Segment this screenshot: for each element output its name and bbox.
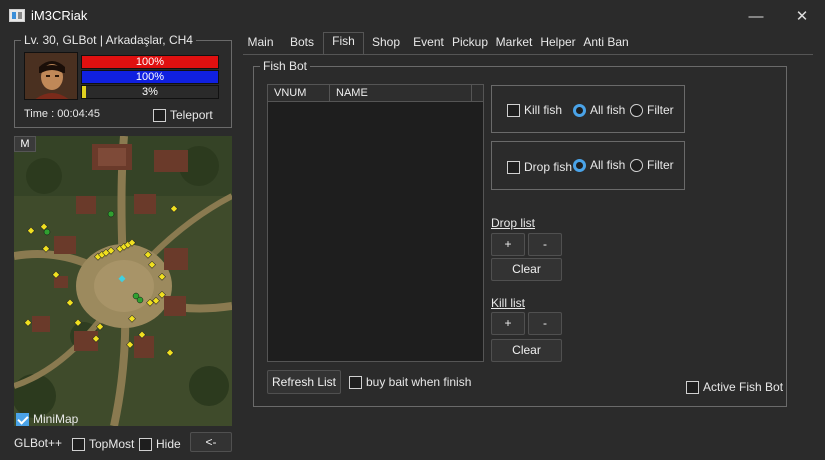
hide-label: Hide <box>156 437 181 451</box>
close-button[interactable]: ✕ <box>779 0 825 32</box>
tab-fish[interactable]: Fish <box>323 32 364 54</box>
time-label: Time : 00:04:45 <box>24 108 101 120</box>
buy-bait-label: buy bait when finish <box>366 375 472 389</box>
character-avatar <box>24 52 78 100</box>
tab-anti-ban[interactable]: Anti Ban <box>583 34 629 54</box>
hide-checkbox[interactable]: Hide <box>139 437 181 451</box>
kill-list-add-button[interactable]: + <box>491 312 525 335</box>
drop-list-clear-button[interactable]: Clear <box>491 258 562 281</box>
buy-bait-checkbox-box[interactable] <box>349 375 362 389</box>
drop-filter-radio-dot[interactable] <box>630 158 643 172</box>
title-bar: iM3CRiak — ✕ <box>0 0 825 32</box>
tab-helper[interactable]: Helper <box>539 34 577 54</box>
kill-all-fish-label: All fish <box>590 103 626 117</box>
active-fish-bot-checkbox-box[interactable] <box>686 380 699 394</box>
minimap-checkbox-box[interactable] <box>16 412 29 426</box>
exp-text: 3% <box>142 86 158 98</box>
kill-filter-radio-dot[interactable] <box>630 103 643 117</box>
teleport-label: Teleport <box>170 108 213 122</box>
drop-fish-checkbox-box[interactable] <box>507 160 520 174</box>
topmost-label: TopMost <box>89 437 135 451</box>
hp-bar: 100% <box>81 55 219 69</box>
tab-strip-divider <box>243 54 813 55</box>
fish-bot-group-title: Fish Bot <box>260 59 311 73</box>
drop-all-fish-radio[interactable]: All fish <box>573 158 625 172</box>
app-icon <box>9 9 25 22</box>
minimap-checkbox[interactable]: MiniMap <box>16 412 78 426</box>
teleport-checkbox-box[interactable] <box>153 108 166 122</box>
teleport-checkbox[interactable]: Teleport <box>153 108 213 122</box>
kill-filter-label: Filter <box>647 103 674 117</box>
minimap[interactable] <box>14 136 232 426</box>
drop-fish-checkbox[interactable]: Drop fish <box>507 160 572 174</box>
drop-filter-radio[interactable]: Filter <box>630 158 674 172</box>
window-title: iM3CRiak <box>31 8 88 23</box>
column-vnum[interactable]: VNUM <box>268 85 330 101</box>
column-name[interactable]: NAME <box>330 85 472 101</box>
tab-bots[interactable]: Bots <box>285 34 319 54</box>
tab-event[interactable]: Event <box>410 34 447 54</box>
kill-fish-checkbox[interactable]: Kill fish <box>507 103 562 117</box>
drop-list-label: Drop list <box>491 216 536 230</box>
fish-list-header: VNUM NAME <box>268 85 483 102</box>
kill-list-remove-button[interactable]: - <box>528 312 562 335</box>
character-group-title: Lv. 30, GLBot | Arkadaşlar, CH4 <box>21 33 196 47</box>
active-fish-bot-checkbox[interactable]: Active Fish Bot <box>686 380 783 394</box>
minimap-toggle-button[interactable]: M <box>14 136 36 152</box>
kill-list-clear-button[interactable]: Clear <box>491 339 562 362</box>
drop-all-fish-label: All fish <box>590 158 626 172</box>
mp-text: 100% <box>135 71 165 83</box>
minimize-button[interactable]: — <box>733 0 779 32</box>
collapse-button[interactable]: <- <box>190 432 232 452</box>
drop-fish-label: Drop fish <box>524 160 573 174</box>
brand-label: GLBot++ <box>14 436 63 450</box>
hp-text: 100% <box>135 56 165 68</box>
drop-filter-label: Filter <box>647 158 674 172</box>
tab-main[interactable]: Main <box>243 34 278 54</box>
kill-list-label: Kill list <box>491 296 526 310</box>
kill-all-fish-radio-dot[interactable] <box>573 103 586 117</box>
kill-all-fish-radio[interactable]: All fish <box>573 103 625 117</box>
topmost-checkbox[interactable]: TopMost <box>72 437 134 451</box>
minimap-label: MiniMap <box>33 412 79 426</box>
fish-list[interactable]: VNUM NAME <box>267 84 484 362</box>
tab-market[interactable]: Market <box>494 34 534 54</box>
buy-bait-checkbox[interactable]: buy bait when finish <box>349 375 471 389</box>
topmost-checkbox-box[interactable] <box>72 437 85 451</box>
drop-list-remove-button[interactable]: - <box>528 233 562 256</box>
kill-fish-checkbox-box[interactable] <box>507 103 520 117</box>
tab-shop[interactable]: Shop <box>369 34 403 54</box>
mp-bar: 100% <box>81 70 219 84</box>
exp-bar: 3% <box>81 85 219 99</box>
kill-filter-radio[interactable]: Filter <box>630 103 674 117</box>
hide-checkbox-box[interactable] <box>139 437 152 451</box>
refresh-list-button[interactable]: Refresh List <box>267 370 341 394</box>
active-fish-bot-label: Active Fish Bot <box>703 380 784 394</box>
drop-list-add-button[interactable]: + <box>491 233 525 256</box>
exp-fill <box>82 86 86 98</box>
kill-fish-label: Kill fish <box>524 103 563 117</box>
tab-pickup[interactable]: Pickup <box>452 34 488 54</box>
drop-all-fish-radio-dot[interactable] <box>573 158 586 172</box>
